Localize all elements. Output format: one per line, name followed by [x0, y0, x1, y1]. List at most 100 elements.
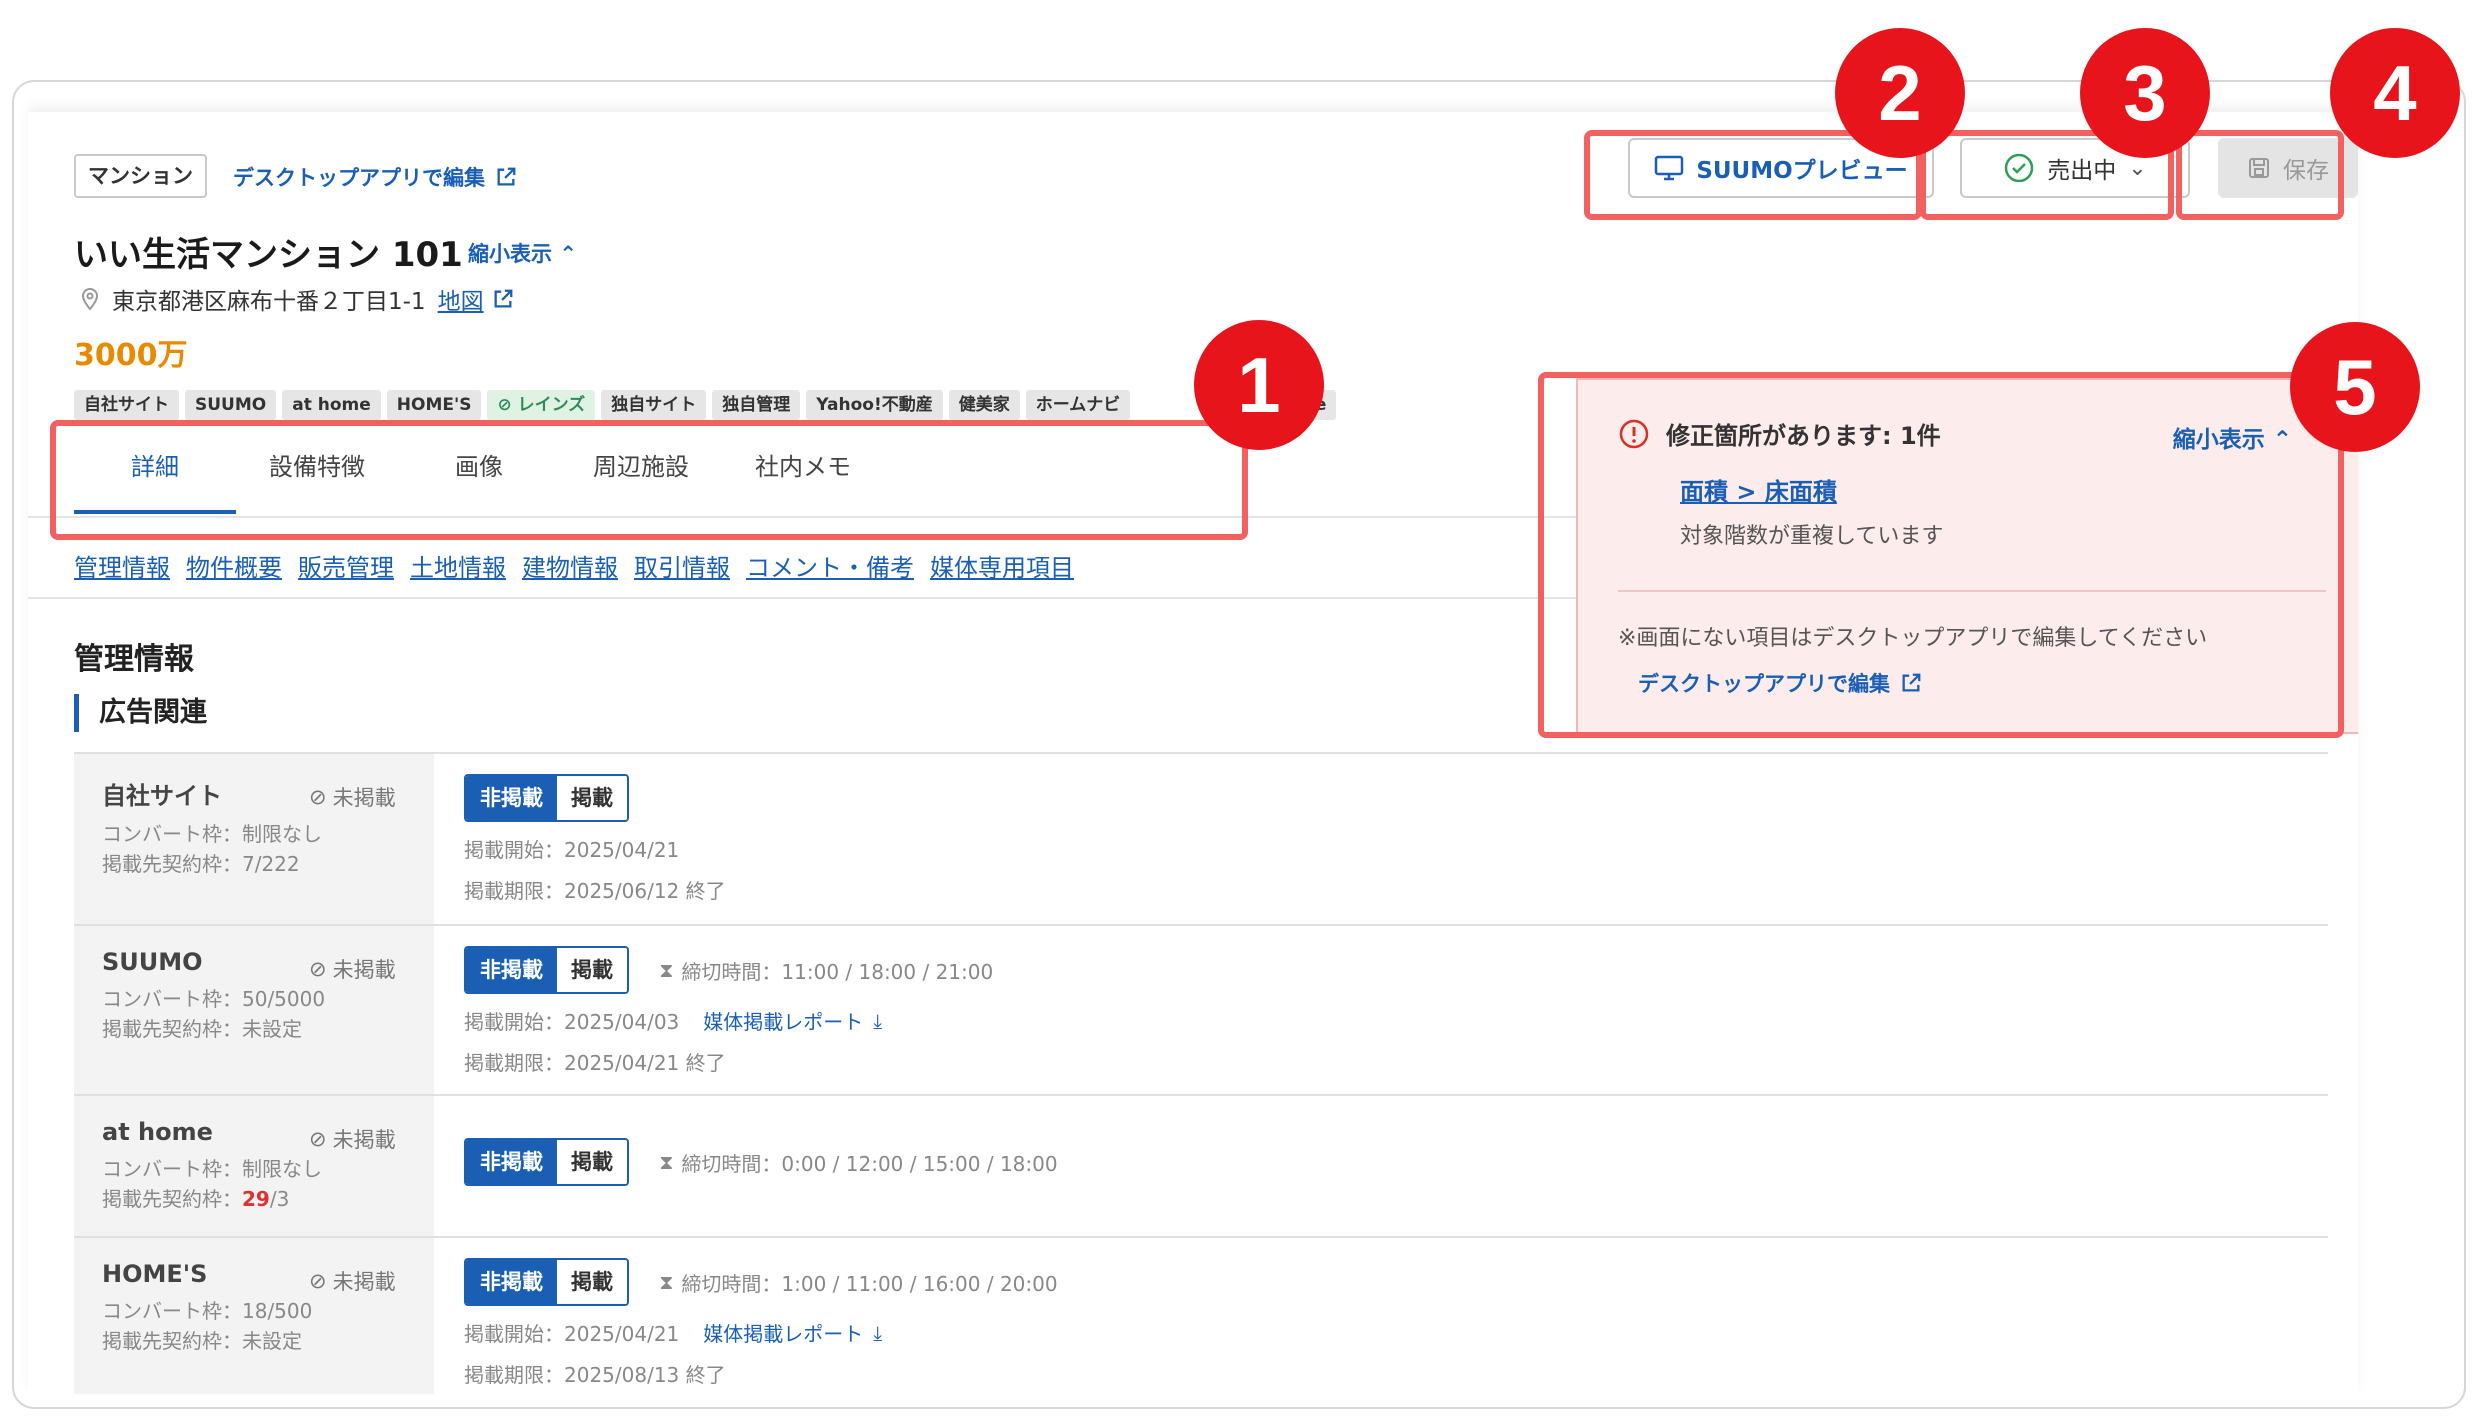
- contract-quota-prefix: 掲載先契約枠：: [102, 1187, 242, 1211]
- publish-toggle[interactable]: 非掲載 掲載: [464, 1138, 629, 1186]
- publish-toggle[interactable]: 非掲載 掲載: [464, 774, 629, 822]
- publish-status: ⊘ 未掲載: [309, 1266, 396, 1296]
- deadline-text: 締切時間：11:00 / 18:00 / 21:00: [681, 959, 994, 984]
- deadline: ⧗ 締切時間：11:00 / 18:00 / 21:00: [659, 956, 993, 985]
- anchor-link[interactable]: コメント・備考: [746, 548, 914, 583]
- row-value-cell: 非掲載 掲載 ⧗ 締切時間：11:00 / 18:00 / 21:00 掲載開始：2…: [434, 926, 1023, 1094]
- hourglass-icon: ⧗: [659, 1270, 674, 1294]
- location-pin-icon: [81, 287, 99, 311]
- row-label-cell: SUUMO ⊘ 未掲載 コンバート枠：50/5000 掲載先契約枠：未設定: [74, 926, 434, 1094]
- media-report-label: 媒体掲載レポート: [703, 1322, 864, 1346]
- unpublish-option[interactable]: 非掲載: [466, 1140, 557, 1184]
- publish-option[interactable]: 掲載: [557, 1260, 627, 1304]
- media-report-link[interactable]: 媒体掲載レポート ⤓: [703, 1318, 882, 1347]
- anchor-link[interactable]: 取引情報: [634, 548, 730, 583]
- unpublish-option[interactable]: 非掲載: [466, 1260, 557, 1304]
- media-table: 自社サイト ⊘ 未掲載 コンバート枠：制限なし 掲載先契約枠：7/222 非掲載 掲載…: [74, 752, 2328, 1394]
- publish-status-label: 未掲載: [332, 786, 396, 810]
- contract-quota: 掲載先契約枠：7/222: [102, 852, 300, 876]
- unpublish-option[interactable]: 非掲載: [466, 948, 557, 992]
- publish-start: 掲載開始：2025/04/21: [464, 838, 680, 862]
- anchor-link[interactable]: 土地情報: [410, 548, 506, 583]
- quota-info: コンバート枠：制限なし 掲載先契約枠：29/3: [102, 1154, 406, 1214]
- publish-end: 掲載期限：2025/08/13 終了: [464, 1363, 726, 1387]
- media-tag: 自社サイト: [74, 390, 179, 420]
- callout-1: 1: [1194, 320, 1324, 450]
- contract-quota-over: 29: [242, 1187, 270, 1211]
- subsection-title: 広告関連: [74, 694, 207, 732]
- anchor-link[interactable]: 物件概要: [186, 548, 282, 583]
- publish-toggle[interactable]: 非掲載 掲載: [464, 1258, 629, 1306]
- media-tag: Yahoo!不動産: [806, 390, 943, 420]
- callout-2: 2: [1835, 28, 1965, 158]
- check-circle-icon: ⊘: [497, 395, 518, 415]
- deadline: ⧗ 締切時間：1:00 / 11:00 / 16:00 / 20:00: [659, 1268, 1057, 1297]
- publish-status-label: 未掲載: [332, 1128, 396, 1152]
- highlight-alert: [1538, 372, 2344, 738]
- callout-5: 5: [2290, 322, 2420, 452]
- row-value-cell: 非掲載 掲載 ⧗ 締切時間：0:00 / 12:00 / 15:00 / 18:00: [434, 1096, 1088, 1236]
- highlight-save: [2176, 130, 2344, 220]
- convert-quota: コンバート枠：50/5000: [102, 987, 326, 1011]
- price: 3000万: [74, 338, 188, 373]
- external-link-icon: [497, 167, 516, 186]
- convert-quota: コンバート枠：制限なし: [102, 822, 322, 846]
- anchor-link[interactable]: 建物情報: [522, 548, 618, 583]
- contract-quota-suffix: /3: [269, 1187, 290, 1211]
- anchor-link[interactable]: 管理情報: [74, 548, 170, 583]
- anchor-link[interactable]: 媒体専用項目: [930, 548, 1074, 583]
- address: 東京都港区麻布十番２丁目1-1 地図: [80, 282, 514, 316]
- callout-3: 3: [2080, 28, 2210, 158]
- media-tag-active: ⊘ レインズ: [487, 390, 596, 420]
- deadline-text: 締切時間：1:00 / 11:00 / 16:00 / 20:00: [681, 1271, 1058, 1296]
- shrink-label: 縮小表示: [468, 242, 552, 266]
- external-link-icon: [494, 289, 512, 308]
- media-report-link[interactable]: 媒体掲載レポート ⤓: [703, 1006, 882, 1035]
- row-label-cell: 自社サイト ⊘ 未掲載 コンバート枠：制限なし 掲載先契約枠：7/222: [74, 754, 434, 924]
- publish-option[interactable]: 掲載: [557, 1140, 627, 1184]
- chevron-up-icon: ⌃: [559, 242, 577, 266]
- publish-status: ⊘ 未掲載: [309, 1124, 396, 1154]
- media-tag-label: レインズ: [517, 395, 586, 415]
- row-value-cell: 非掲載 掲載 ⧗ 締切時間：1:00 / 11:00 / 16:00 / 20:00…: [434, 1238, 1088, 1394]
- highlight-tabs: [50, 420, 1248, 540]
- media-tags: 自社サイト SUUMO at home HOME'S ⊘ レインズ 独自サイト …: [74, 390, 1337, 420]
- publish-option[interactable]: 掲載: [557, 948, 627, 992]
- prohibited-icon: ⊘: [309, 957, 327, 981]
- media-tag: 健美家: [948, 390, 1020, 420]
- download-icon: ⤓: [873, 1320, 883, 1345]
- contract-quota: 掲載先契約枠：29/3: [102, 1184, 406, 1214]
- desktop-edit-link[interactable]: デスクトップアプリで編集: [233, 162, 517, 192]
- row-label-cell: at home ⊘ 未掲載 コンバート枠：制限なし 掲載先契約枠：29/3: [74, 1096, 434, 1236]
- anchor-link[interactable]: 販売管理: [298, 548, 394, 583]
- property-title: いい生活マンション 101: [74, 235, 463, 275]
- quota-info: コンバート枠：50/5000 掲載先契約枠：未設定: [102, 984, 406, 1044]
- publish-toggle[interactable]: 非掲載 掲載: [464, 946, 629, 994]
- section-title: 管理情報: [74, 642, 194, 677]
- media-tag: at home: [282, 390, 381, 420]
- row-value-cell: 非掲載 掲載 掲載開始：2025/04/21 掲載期限：2025/06/12 終了: [434, 754, 756, 924]
- media-report-label: 媒体掲載レポート: [703, 1010, 864, 1034]
- hourglass-icon: ⧗: [659, 1150, 674, 1174]
- prohibited-icon: ⊘: [309, 1269, 327, 1293]
- table-row: SUUMO ⊘ 未掲載 コンバート枠：50/5000 掲載先契約枠：未設定 非掲載掲…: [74, 924, 2328, 1094]
- table-row: 自社サイト ⊘ 未掲載 コンバート枠：制限なし 掲載先契約枠：7/222 非掲載 掲載…: [74, 752, 2328, 924]
- callout-4: 4: [2330, 28, 2460, 158]
- map-link[interactable]: 地図: [438, 282, 514, 316]
- publish-option[interactable]: 掲載: [557, 776, 627, 820]
- unpublish-option[interactable]: 非掲載: [466, 776, 557, 820]
- publish-status: ⊘ 未掲載: [309, 782, 396, 812]
- property-edit-panel: マンション デスクトップアプリで編集 いい生活マンション 101 縮小表示 ⌃ …: [28, 112, 2358, 1394]
- shrink-toggle[interactable]: 縮小表示 ⌃: [468, 238, 577, 268]
- publish-end: 掲載期限：2025/04/21 終了: [464, 1051, 726, 1075]
- contract-quota: 掲載先契約枠：未設定: [102, 1329, 302, 1353]
- desktop-edit-label: デスクトップアプリで編集: [233, 166, 485, 190]
- contract-quota: 掲載先契約枠：未設定: [102, 1017, 302, 1041]
- map-label: 地図: [437, 289, 484, 315]
- prohibited-icon: ⊘: [309, 785, 327, 809]
- section-anchor-links: 管理情報 物件概要 販売管理 土地情報 建物情報 取引情報 コメント・備考 媒体…: [74, 548, 1074, 583]
- download-icon: ⤓: [873, 1008, 883, 1033]
- media-tag: SUUMO: [185, 390, 277, 420]
- publish-start-line: 掲載開始：2025/04/03 媒体掲載レポート ⤓: [464, 1006, 993, 1035]
- publish-status-label: 未掲載: [332, 1270, 396, 1294]
